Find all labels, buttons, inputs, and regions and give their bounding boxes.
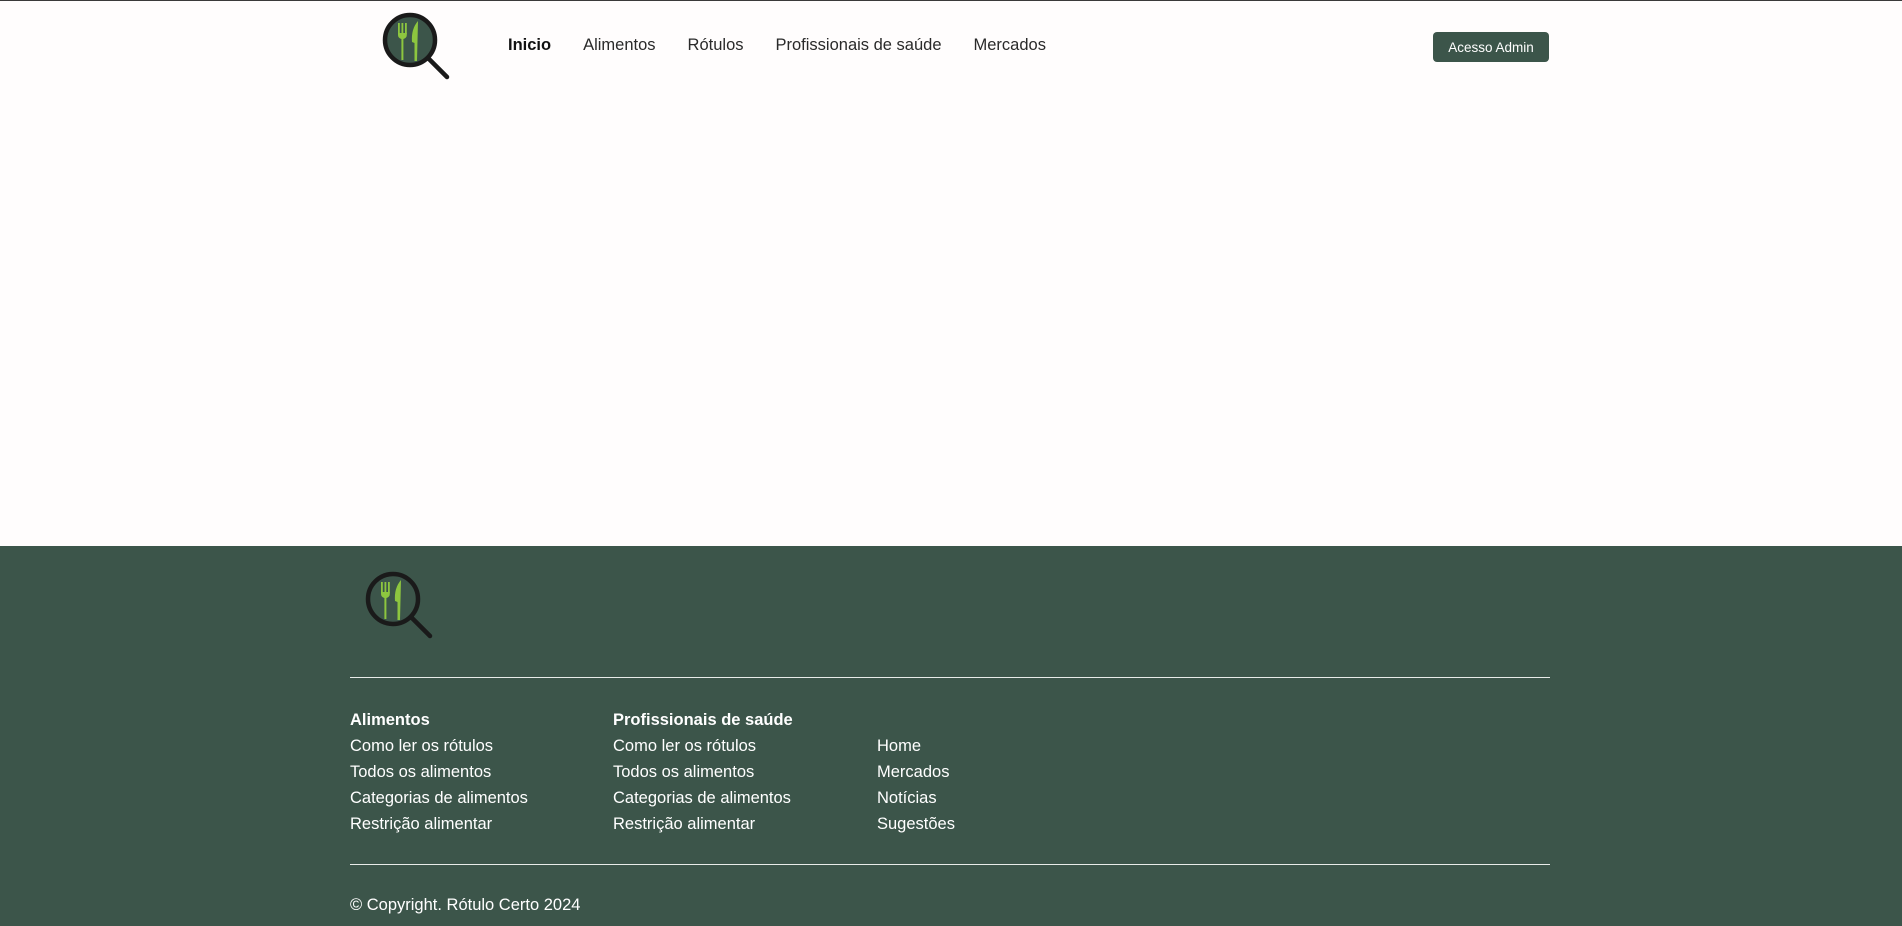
footer-column-misc: Home Mercados Notícias Sugestões (877, 733, 955, 837)
footer-column-profissionais: Profissionais de saúde Como ler os rótul… (613, 707, 793, 837)
footer-link[interactable]: Restrição alimentar (613, 811, 793, 837)
nav-mercados[interactable]: Mercados (974, 36, 1046, 55)
footer-heading-profissionais: Profissionais de saúde (613, 711, 793, 729)
nav-rotulos[interactable]: Rótulos (688, 36, 744, 55)
footer-link-home[interactable]: Home (877, 733, 955, 759)
footer-link-sugestoes[interactable]: Sugestões (877, 811, 955, 837)
main-nav: Inicio Alimentos Rótulos Profissionais d… (508, 36, 1078, 55)
admin-access-button[interactable]: Acesso Admin (1433, 32, 1549, 62)
site-header: Inicio Alimentos Rótulos Profissionais d… (0, 1, 1902, 91)
footer-link[interactable]: Todos os alimentos (350, 759, 528, 785)
footer-link[interactable]: Como ler os rótulos (350, 733, 528, 759)
footer-link[interactable]: Categorias de alimentos (350, 785, 528, 811)
footer-divider-top (350, 677, 1550, 678)
site-footer: Alimentos Como ler os rótulos Todos os a… (0, 546, 1902, 926)
footer-link-noticias[interactable]: Notícias (877, 785, 955, 811)
nav-profissionais[interactable]: Profissionais de saúde (776, 36, 942, 55)
footer-link[interactable]: Todos os alimentos (613, 759, 793, 785)
footer-logo-icon[interactable] (363, 568, 435, 640)
footer-link[interactable]: Categorias de alimentos (613, 785, 793, 811)
nav-inicio[interactable]: Inicio (508, 36, 551, 55)
footer-heading-alimentos: Alimentos (350, 711, 430, 729)
footer-link[interactable]: Restrição alimentar (350, 811, 528, 837)
footer-divider-bottom (350, 864, 1550, 865)
nav-alimentos[interactable]: Alimentos (583, 36, 655, 55)
footer-column-alimentos: Alimentos Como ler os rótulos Todos os a… (350, 707, 528, 837)
footer-link[interactable]: Como ler os rótulos (613, 733, 793, 759)
logo-icon[interactable] (380, 9, 452, 81)
footer-link-mercados[interactable]: Mercados (877, 759, 955, 785)
copyright-text: © Copyright. Rótulo Certo 2024 (350, 896, 581, 914)
